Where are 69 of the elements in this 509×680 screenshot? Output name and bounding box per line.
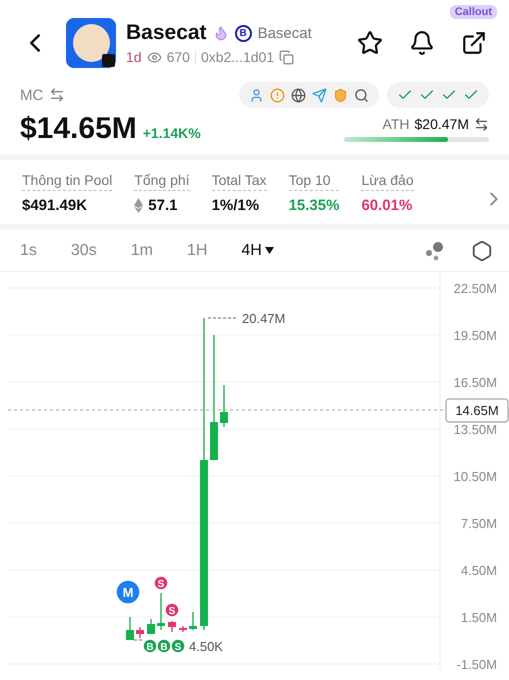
callout-badge: Callout [450,5,497,19]
y-axis-label: 16.50M [454,375,497,390]
y-axis-label: 13.50M [454,422,497,437]
y-axis-label: -1.50M [456,657,497,670]
avatar-placeholder [66,18,116,68]
user-icon[interactable] [249,88,264,102]
candle [189,612,197,630]
swap-icon[interactable] [474,116,489,132]
price-change: +1.14K% [142,125,201,141]
settings-button[interactable] [471,240,493,262]
candle [126,617,134,640]
mc-label: MC [20,86,44,104]
trade-marker[interactable]: S [164,602,180,618]
y-axis-label: 22.50M [454,281,497,296]
notification-button[interactable] [409,30,435,56]
chain-badge: B [234,24,252,42]
stat-label[interactable]: Thông tin Pool [22,172,112,191]
swap-icon[interactable] [49,87,66,103]
y-axis-label: 7.50M [460,516,497,531]
trade-marker[interactable]: B [156,638,172,654]
ath-value: $20.47M [414,116,469,132]
stat-value: 1%/1% [212,197,260,214]
copy-button[interactable] [279,50,294,64]
eye-icon [146,50,162,64]
stat-label[interactable]: Tổng phí [134,172,190,191]
y-axis-label: 4.50M [460,563,497,578]
price-tag: 14.65M [446,398,508,422]
trade-marker[interactable]: S [170,638,186,654]
stat-value: 60.01% [361,197,414,214]
candle [168,621,176,632]
search-icon[interactable] [354,88,369,102]
timeframe-tab[interactable]: 30s [70,242,97,260]
trade-marker[interactable]: B [142,638,158,654]
stat-value: $491.49K [22,197,88,214]
high-label: 20.47M [242,311,286,326]
contract-address: 0xb2...1d01 [200,49,274,65]
timeframe-tab[interactable]: 1s [20,242,37,260]
candle [136,627,144,638]
y-axis-label: 19.50M [454,328,497,343]
stat-label[interactable]: Top 10 [288,172,340,191]
low-label: 4.50K [189,639,223,654]
candle [220,385,228,427]
star-button[interactable] [357,30,383,56]
caret-icon [264,247,274,254]
y-axis-label: 10.50M [454,469,497,484]
stat-value: 57.1 [134,197,190,214]
candle [179,626,187,632]
timeframe-tab[interactable]: 4H [241,242,274,260]
share-button[interactable] [461,30,487,56]
telegram-icon[interactable] [312,88,327,102]
trade-marker[interactable]: S [153,575,169,591]
token-symbol: Basecat [258,24,312,42]
globe-icon[interactable] [291,88,306,102]
timeframe-tab[interactable]: 1m [130,242,153,260]
y-axis-label: 1.50M [460,610,497,625]
indicators-icon[interactable] [425,240,445,260]
trade-marker[interactable]: M [115,579,141,605]
view-count: 670 [166,49,190,65]
token-name: Basecat [126,21,207,45]
stat-label[interactable]: Total Tax [212,172,267,191]
timeframe-tab[interactable]: 1H [186,242,208,260]
candle [157,593,165,630]
stat-value: 15.35% [288,197,340,214]
ethereum-icon [134,198,144,213]
candle [147,619,155,634]
stat-label[interactable]: Lừa đảo [361,172,414,191]
ath-label: ATH [382,116,410,132]
token-age: 1d [126,49,142,65]
market-cap-value: $14.65M [20,112,137,146]
